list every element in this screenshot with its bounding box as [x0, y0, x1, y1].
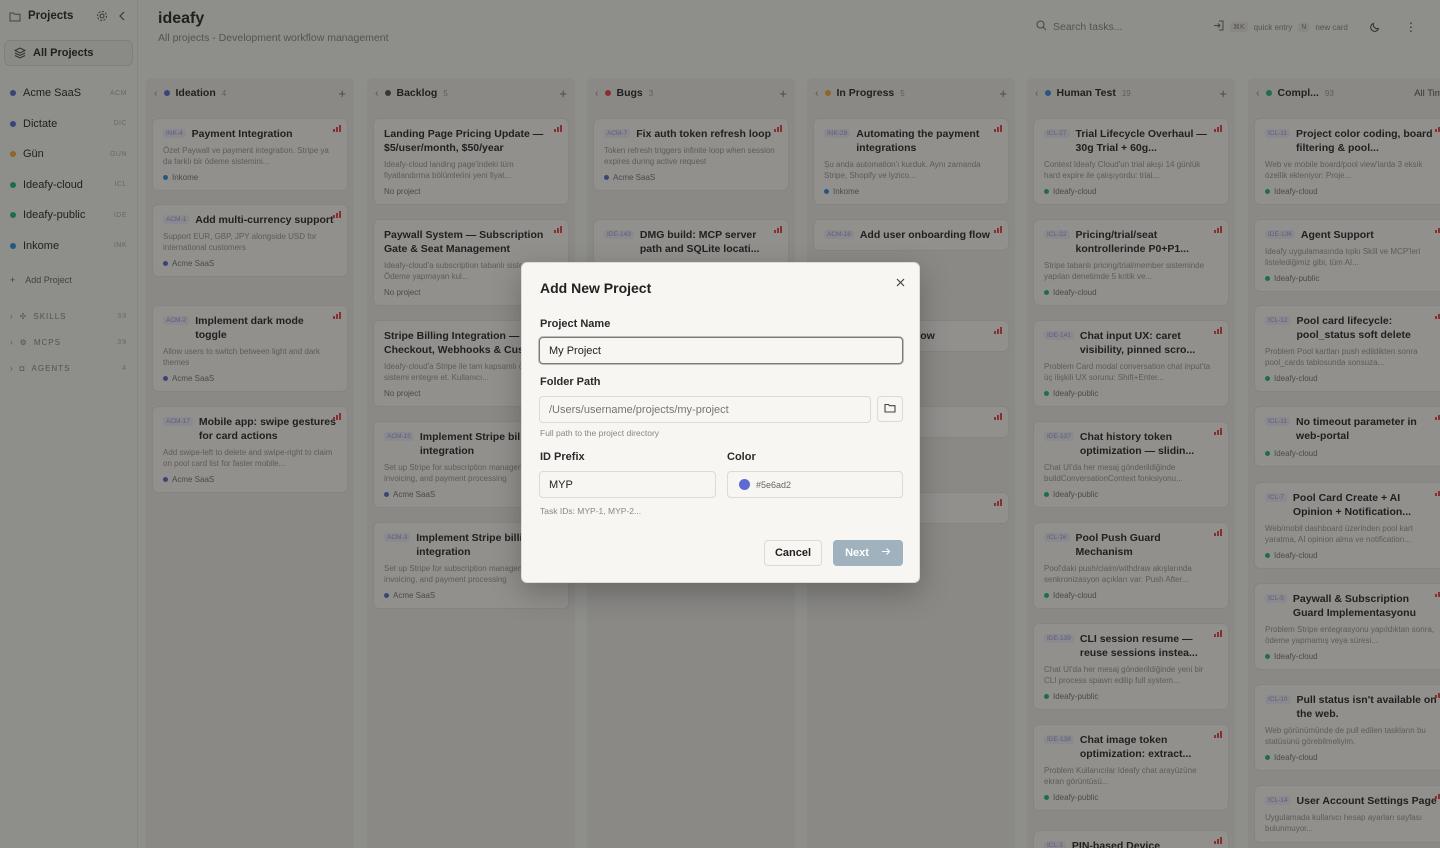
id-prefix-input[interactable] — [539, 471, 716, 498]
folder-icon — [884, 402, 896, 416]
id-prefix-hint: Task IDs: MYP-1, MYP-2... — [540, 506, 642, 516]
id-prefix-label: ID Prefix — [540, 451, 585, 463]
folder-path-label: Folder Path — [540, 376, 601, 388]
project-name-input[interactable] — [539, 337, 903, 364]
cancel-button[interactable]: Cancel — [764, 540, 822, 566]
add-project-dialog: Add New Project Project Name Folder Path… — [521, 262, 920, 583]
color-label: Color — [727, 451, 756, 463]
project-name-label: Project Name — [540, 318, 611, 330]
next-button[interactable]: Next — [833, 540, 903, 566]
dialog-title: Add New Project — [540, 280, 652, 296]
arrow-right-icon — [881, 547, 891, 559]
color-swatch — [739, 479, 750, 490]
next-label: Next — [845, 547, 869, 559]
folder-path-hint: Full path to the project directory — [540, 428, 660, 438]
color-picker[interactable]: #5e6ad2 — [727, 471, 903, 498]
browse-folder-button[interactable] — [877, 396, 903, 422]
close-icon[interactable] — [893, 275, 907, 289]
folder-path-input[interactable] — [539, 396, 871, 423]
color-value: #5e6ad2 — [756, 479, 792, 490]
